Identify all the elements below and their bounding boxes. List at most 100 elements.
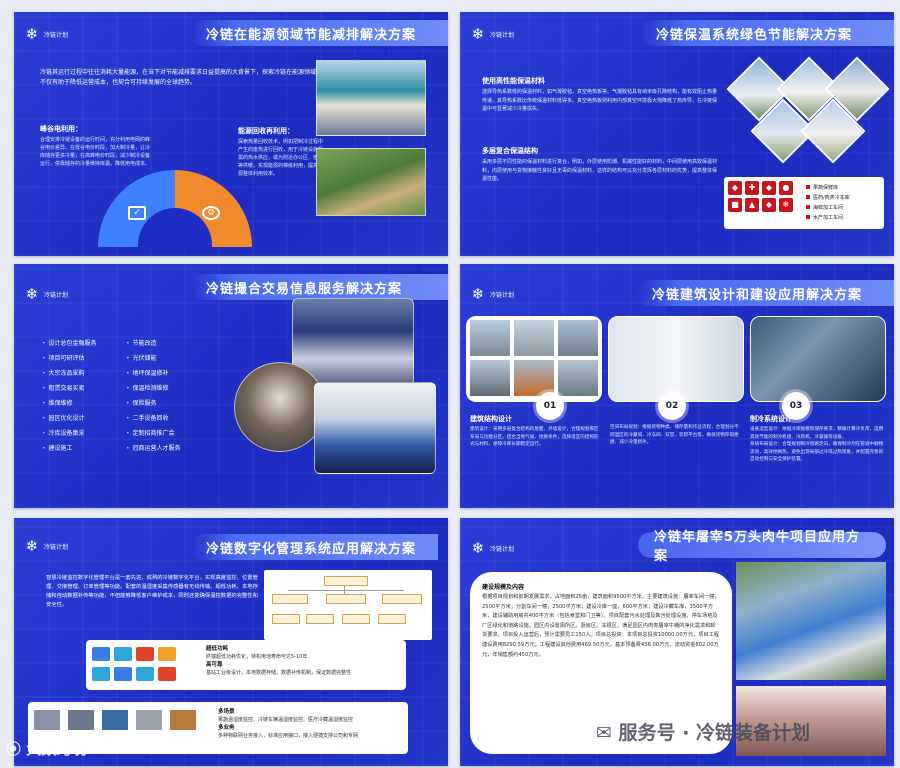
- composite-structure-block: 多层复合保温结构 采用多层不同性能的保温材料进行复合，例如，外层使用防潮、机械性…: [482, 146, 718, 184]
- platform-intro: 智慧冷链监控数字化管理平台是一套先进、成熟的冷链数字化平台，实现高度监控、位置管…: [46, 575, 258, 608]
- feature-title: 超低功耗: [206, 646, 229, 652]
- feature-body: 终端超低功耗优化，待机电池寿命可达5-10年: [206, 654, 308, 660]
- energy-recovery-heading: 能源回收再利用：: [238, 127, 294, 135]
- system-flowchart: [264, 570, 432, 640]
- slide-digital-management: ❄ 冷链计划 冷链数字化管理系统应用解决方案 智慧冷链监控数字化管理平台是一套先…: [14, 518, 448, 766]
- wechat-icon: ✉: [596, 722, 612, 744]
- insulation-material-block: 使用高性能保温材料 选择导热系数低的保温材料，如气凝胶毡、真空绝热板等。气凝胶毡…: [482, 76, 718, 114]
- service-list-right: 节能改造 光伏储能 地坪保温修补 保温检测维修 保险服务 二手设备回收 定制招商…: [126, 336, 181, 456]
- box-icon: ▲: [745, 198, 759, 212]
- structure-design-block: 建筑结构设计 建筑设计：采用多层复合结构的屋面、外墙设计，合理规划库区布局与功能…: [470, 414, 600, 449]
- logo: ❄ 冷链计划: [471, 285, 515, 303]
- exhibition-photo: [234, 362, 326, 452]
- slide-title: 冷链保温系统绿色节能解决方案: [640, 20, 894, 46]
- step-number-1: 01: [536, 392, 564, 420]
- refrigeration-design-block: 制冷系统设计 设备选型设计：依据冷库规模和储存要求，精确计算冷负荷，选用高效节能…: [750, 414, 884, 464]
- legend-item: 水产加工车间: [806, 213, 850, 223]
- watermark-left: ⦿ 大数跨境: [6, 740, 87, 758]
- space-layout-body: 空间布局规划：根据货物种类、储存量和作业流程，合理划分不同温区的冷藏间、冷冻间、…: [610, 425, 739, 445]
- list-item: 定制招商推广会: [126, 426, 181, 441]
- list-item: 维保维修: [42, 396, 97, 411]
- legend-list: 果蔬保鲜库 医药/肉类冷冻库 海鲜加工车间 水产加工车间: [806, 183, 850, 223]
- gear-icon: ⚙: [202, 206, 220, 220]
- fish-icon: ◆: [762, 181, 776, 195]
- snowflake-icon: ❄: [25, 537, 39, 555]
- logo: ❄ 冷链计划: [471, 25, 515, 43]
- apple-icon: ◆: [728, 181, 742, 195]
- step-number-3: 03: [782, 392, 810, 420]
- peak-valley-body: 合理安排冷链设备的运行时间，充分利用电网的峰谷电价差异。在低谷电价时段，加大制冷…: [40, 137, 151, 167]
- list-item: 节能改造: [126, 336, 181, 351]
- building-photo-grid: [726, 56, 890, 172]
- list-item: 建设施工: [42, 441, 97, 456]
- legend-item: 医药/肉类冷冻库: [806, 193, 850, 203]
- structure-design-title: 建筑结构设计: [470, 415, 512, 423]
- legend-item: 海鲜加工车间: [806, 203, 850, 213]
- half-donut-graphic: ✓ ⚙: [98, 170, 252, 247]
- legend-icon-grid: ◆ ✚ ◆ ● ■ ▲ ◆ ❄: [728, 181, 798, 212]
- snowflake-icon: ❄: [471, 539, 485, 557]
- feature-body: 基站工业级设计，本地数据存储，数据补传机制，保证数据完整性: [206, 670, 352, 676]
- slide-energy-saving: ❄ 冷链计划 冷链在能源领域节能减排解决方案 冷链其运行过程中往往消耗大量能源，…: [14, 12, 448, 256]
- slide-title: 冷链撮合交易信息服务解决方案: [190, 274, 448, 300]
- list-item: 租赁交易买卖: [42, 381, 97, 396]
- snowflake-icon: ❄: [471, 285, 485, 303]
- watermark-right: ✉ 服务号 · 冷链装备计划: [596, 722, 811, 744]
- cold-storage-interior-photo: [608, 316, 744, 402]
- facility-render-photo: [736, 562, 886, 680]
- pill-icon: ✚: [745, 181, 759, 195]
- list-item: 冠商运营人才服务: [126, 441, 181, 456]
- slide-title: 冷链年屠宰5万头肉牛项目应用方案: [638, 530, 886, 564]
- project-info-heading: 建设规模及内容: [482, 584, 525, 591]
- insulation-material-heading: 使用高性能保温材料: [482, 77, 545, 85]
- slide-title: 冷链建筑设计和建设应用解决方案: [636, 280, 894, 306]
- meat-icon: ●: [779, 181, 793, 195]
- service-list-left: 设计总包金融服务 项目可研评估 大宗冻品采购 租赁交易买卖 维保维修 园区优化设…: [42, 336, 97, 456]
- feature-panel-power: 超低功耗 终端超低功耗优化，待机电池寿命可达5-10年 高可靠 基站工业级设计，…: [86, 640, 406, 690]
- logo: ❄ 冷链计划: [471, 539, 515, 557]
- list-item: 设计总包金融服务: [42, 336, 97, 351]
- feature-body: 果蔬温湿度监控、冷链车辆温湿度监控、医疗冷藏温湿度监控: [218, 717, 354, 723]
- slide-insulation: ❄ 冷链计划 冷链保温系统绿色节能解决方案 使用高性能保温材料 选择导热系数低的…: [460, 12, 894, 256]
- list-item: 保温检测维修: [126, 381, 181, 396]
- list-item: 园区优化设计: [42, 411, 97, 426]
- legend-item: 果蔬保鲜库: [806, 183, 850, 193]
- list-item: 项目可研评估: [42, 351, 97, 366]
- application-legend: ◆ ✚ ◆ ● ■ ▲ ◆ ❄ 果蔬保鲜库 医药/肉类冷冻库 海鲜加工车间 水产…: [724, 177, 884, 229]
- feature-title: 高可靠: [206, 662, 223, 668]
- conference-photo: [316, 60, 426, 136]
- insulation-material-body: 选择导热系数低的保温材料，如气凝胶毡、真空绝热板等。气凝胶毡具有纳米级孔隙结构，…: [482, 89, 718, 112]
- feature-body: 多种物联网业务接入，标准应用接口，接入便捷支持公司和专网: [218, 733, 359, 739]
- slide-trading-service: ❄ 冷链计划 冷链撮合交易信息服务解决方案 设计总包金融服务 项目可研评估 大宗…: [14, 264, 448, 508]
- architecture-photo-grid: [466, 316, 602, 402]
- list-item: 保险服务: [126, 396, 181, 411]
- snowflake-icon: ❄: [25, 25, 39, 43]
- list-item: 冷库设备集采: [42, 426, 97, 441]
- snow-icon: ❄: [779, 198, 793, 212]
- step-number-2: 02: [658, 392, 686, 420]
- peak-valley-heading: 峰谷电利用：: [40, 125, 82, 133]
- logo: ❄ 冷链计划: [25, 25, 69, 43]
- snowflake-icon: ❄: [25, 285, 39, 303]
- structure-design-body: 建筑设计：采用多层复合结构的屋面、外墙设计，合理规划库区布局与功能分区，结合当地…: [470, 427, 599, 447]
- refrigeration-unit-photo: [750, 316, 886, 402]
- peak-valley-block: 峰谷电利用： 合理安排冷链设备的运行时间，充分利用电网的峰谷电价差异。在低谷电价…: [40, 124, 150, 168]
- list-item: 大宗冻品采购: [42, 366, 97, 381]
- slide-building-design: ❄ 冷链计划 冷链建筑设计和建设应用解决方案 01 02 03 建筑结构设计 建…: [460, 264, 894, 508]
- refrigeration-design-title: 制冷系统设计: [750, 415, 792, 423]
- slide-title: 冷链在能源领域节能减排解决方案: [190, 20, 448, 46]
- shrimp-icon: ◆: [762, 198, 776, 212]
- snowflake-icon: ❄: [471, 25, 485, 43]
- truck-icon: ■: [728, 198, 742, 212]
- list-item: 二手设备回收: [126, 411, 181, 426]
- aerial-photo: [316, 148, 426, 216]
- space-layout-block: 空间布局规划：根据货物种类、储存量和作业流程，合理划分不同温区的冷藏间、冷冻间、…: [610, 424, 740, 447]
- list-item: 光伏储能: [126, 351, 181, 366]
- refrigeration-design-body: 设备选型设计：依据冷库规模和储存要求，精确计算冷负荷，选用高效节能的制冷机组、冷…: [750, 427, 884, 462]
- composite-structure-heading: 多层复合保温结构: [482, 147, 538, 155]
- composite-structure-body: 采用多层不同性能的保温材料进行复合，例如，外层使用防潮、机械性能好的材料，中间层…: [482, 159, 718, 182]
- presentation-photo: [314, 382, 436, 474]
- list-item: 地坪保温修补: [126, 366, 181, 381]
- logo: ❄ 冷链计划: [25, 285, 69, 303]
- slide-title: 冷链数字化管理系统应用解决方案: [190, 534, 438, 560]
